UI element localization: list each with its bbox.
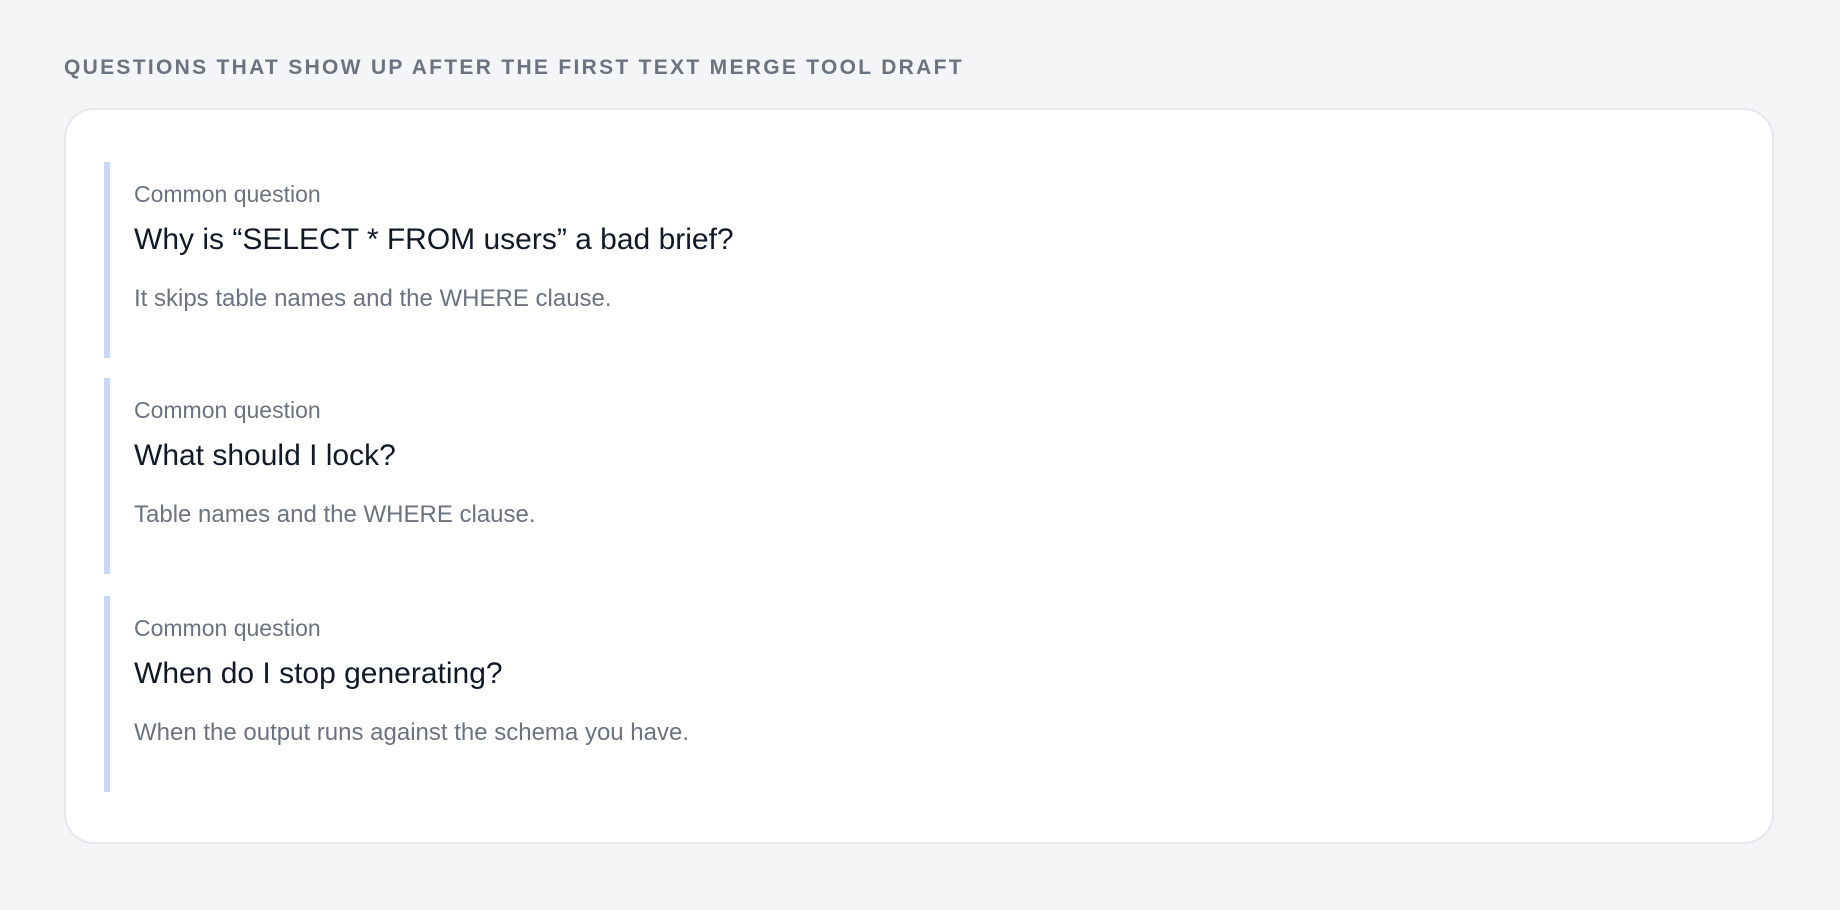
faq-question: Why is “SELECT * FROM users” a bad brief… (134, 223, 734, 256)
faq-question: When do I stop generating? (134, 657, 503, 690)
faq-item: Common question What should I lock? Tabl… (104, 378, 1704, 574)
faq-answer: When the output runs against the schema … (134, 719, 690, 746)
faq-question: What should I lock? (134, 439, 396, 472)
faq-card: Common question Why is “SELECT * FROM us… (64, 108, 1774, 844)
faq-label: Common question (134, 615, 321, 641)
faq-label: Common question (134, 397, 321, 423)
faq-item: Common question Why is “SELECT * FROM us… (104, 162, 1704, 358)
faq-answer: Table names and the WHERE clause. (134, 501, 536, 528)
faq-answer: It skips table names and the WHERE claus… (134, 285, 612, 312)
faq-item: Common question When do I stop generatin… (104, 596, 1704, 792)
section-heading: QUESTIONS THAT SHOW UP AFTER THE FIRST T… (64, 56, 964, 79)
faq-label: Common question (134, 181, 321, 207)
